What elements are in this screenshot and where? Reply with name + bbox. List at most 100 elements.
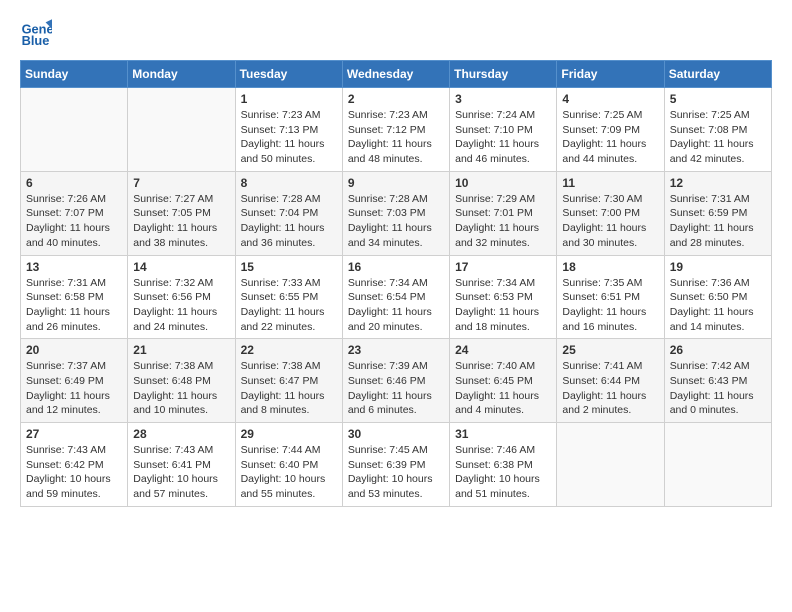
day-number: 14: [133, 260, 229, 274]
day-number: 9: [348, 176, 444, 190]
calendar-cell: 8Sunrise: 7:28 AMSunset: 7:04 PMDaylight…: [235, 171, 342, 255]
day-info: Sunrise: 7:40 AMSunset: 6:45 PMDaylight:…: [455, 359, 551, 418]
calendar-cell: 28 Sunrise: 7:43 AMSunset: 6:41 PMDayligh…: [128, 423, 235, 507]
day-number: 25: [562, 343, 658, 357]
logo: General Blue: [20, 16, 56, 48]
day-info: Sunrise: 7:46 AMSunset: 6:38 PMDaylight:…: [455, 443, 551, 502]
day-number: 17: [455, 260, 551, 274]
calendar-cell: 3 Sunrise: 7:24 AMSunset: 7:10 PMDaylight…: [450, 88, 557, 172]
calendar-header-row: SundayMondayTuesdayWednesdayThursdayFrid…: [21, 61, 772, 88]
svg-text:Blue: Blue: [22, 33, 50, 48]
calendar-cell: 7Sunrise: 7:27 AMSunset: 7:05 PMDaylight…: [128, 171, 235, 255]
calendar-cell: 19 Sunrise: 7:36 AMSunset: 6:50 PMDayligh…: [664, 255, 771, 339]
weekday-header-monday: Monday: [128, 61, 235, 88]
day-info: Sunrise: 7:23 AMSunset: 7:13 PMDaylight:…: [241, 108, 337, 167]
calendar-cell: 17 Sunrise: 7:34 AMSunset: 6:53 PMDayligh…: [450, 255, 557, 339]
weekday-header-thursday: Thursday: [450, 61, 557, 88]
day-info: Sunrise: 7:38 AMSunset: 6:47 PMDaylight:…: [241, 359, 337, 418]
day-info: Sunrise: 7:43 AMSunset: 6:42 PMDaylight:…: [26, 443, 122, 502]
day-number: 28: [133, 427, 229, 441]
day-number: 13: [26, 260, 122, 274]
calendar-week-row: 20 Sunrise: 7:37 AMSunset: 6:49 PMDayligh…: [21, 339, 772, 423]
calendar-cell: 9 Sunrise: 7:28 AMSunset: 7:03 PMDaylight…: [342, 171, 449, 255]
day-number: 29: [241, 427, 337, 441]
day-info: Sunrise: 7:26 AMSunset: 7:07 PMDaylight:…: [26, 192, 122, 251]
day-number: 11: [562, 176, 658, 190]
weekday-header-tuesday: Tuesday: [235, 61, 342, 88]
calendar-cell: [664, 423, 771, 507]
day-info: Sunrise: 7:44 AMSunset: 6:40 PMDaylight:…: [241, 443, 337, 502]
day-info: Sunrise: 7:25 AMSunset: 7:08 PMDaylight:…: [670, 108, 766, 167]
calendar-week-row: 1 Sunrise: 7:23 AMSunset: 7:13 PMDaylight…: [21, 88, 772, 172]
logo-icon: General Blue: [20, 16, 52, 48]
day-number: 1: [241, 92, 337, 106]
calendar-cell: 11 Sunrise: 7:30 AMSunset: 7:00 PMDayligh…: [557, 171, 664, 255]
day-info: Sunrise: 7:35 AMSunset: 6:51 PMDaylight:…: [562, 276, 658, 335]
day-number: 12: [670, 176, 766, 190]
day-number: 30: [348, 427, 444, 441]
day-info: Sunrise: 7:28 AMSunset: 7:03 PMDaylight:…: [348, 192, 444, 251]
day-info: Sunrise: 7:33 AMSunset: 6:55 PMDaylight:…: [241, 276, 337, 335]
calendar-cell: 13Sunrise: 7:31 AMSunset: 6:58 PMDayligh…: [21, 255, 128, 339]
calendar-cell: 18 Sunrise: 7:35 AMSunset: 6:51 PMDayligh…: [557, 255, 664, 339]
calendar-cell: 23Sunrise: 7:39 AMSunset: 6:46 PMDayligh…: [342, 339, 449, 423]
day-number: 27: [26, 427, 122, 441]
day-number: 26: [670, 343, 766, 357]
calendar-cell: 15 Sunrise: 7:33 AMSunset: 6:55 PMDayligh…: [235, 255, 342, 339]
weekday-header-wednesday: Wednesday: [342, 61, 449, 88]
calendar-cell: 22 Sunrise: 7:38 AMSunset: 6:47 PMDayligh…: [235, 339, 342, 423]
calendar-cell: 1 Sunrise: 7:23 AMSunset: 7:13 PMDaylight…: [235, 88, 342, 172]
day-info: Sunrise: 7:39 AMSunset: 6:46 PMDaylight:…: [348, 359, 444, 418]
day-number: 24: [455, 343, 551, 357]
calendar-week-row: 6Sunrise: 7:26 AMSunset: 7:07 PMDaylight…: [21, 171, 772, 255]
page-header: General Blue: [20, 16, 772, 48]
day-info: Sunrise: 7:41 AMSunset: 6:44 PMDaylight:…: [562, 359, 658, 418]
calendar-cell: 16 Sunrise: 7:34 AMSunset: 6:54 PMDayligh…: [342, 255, 449, 339]
day-number: 16: [348, 260, 444, 274]
calendar-cell: 20 Sunrise: 7:37 AMSunset: 6:49 PMDayligh…: [21, 339, 128, 423]
day-info: Sunrise: 7:24 AMSunset: 7:10 PMDaylight:…: [455, 108, 551, 167]
calendar-cell: 29 Sunrise: 7:44 AMSunset: 6:40 PMDayligh…: [235, 423, 342, 507]
day-info: Sunrise: 7:38 AMSunset: 6:48 PMDaylight:…: [133, 359, 229, 418]
day-number: 22: [241, 343, 337, 357]
day-number: 5: [670, 92, 766, 106]
day-info: Sunrise: 7:37 AMSunset: 6:49 PMDaylight:…: [26, 359, 122, 418]
calendar-cell: 21Sunrise: 7:38 AMSunset: 6:48 PMDayligh…: [128, 339, 235, 423]
calendar-table: SundayMondayTuesdayWednesdayThursdayFrid…: [20, 60, 772, 507]
calendar-cell: 10Sunrise: 7:29 AMSunset: 7:01 PMDayligh…: [450, 171, 557, 255]
calendar-cell: 2 Sunrise: 7:23 AMSunset: 7:12 PMDaylight…: [342, 88, 449, 172]
day-number: 4: [562, 92, 658, 106]
day-info: Sunrise: 7:25 AMSunset: 7:09 PMDaylight:…: [562, 108, 658, 167]
day-info: Sunrise: 7:43 AMSunset: 6:41 PMDaylight:…: [133, 443, 229, 502]
calendar-cell: [21, 88, 128, 172]
day-number: 18: [562, 260, 658, 274]
day-info: Sunrise: 7:34 AMSunset: 6:54 PMDaylight:…: [348, 276, 444, 335]
day-info: Sunrise: 7:27 AMSunset: 7:05 PMDaylight:…: [133, 192, 229, 251]
calendar-cell: 24 Sunrise: 7:40 AMSunset: 6:45 PMDayligh…: [450, 339, 557, 423]
calendar-cell: 12 Sunrise: 7:31 AMSunset: 6:59 PMDayligh…: [664, 171, 771, 255]
calendar-cell: 26 Sunrise: 7:42 AMSunset: 6:43 PMDayligh…: [664, 339, 771, 423]
day-number: 2: [348, 92, 444, 106]
weekday-header-saturday: Saturday: [664, 61, 771, 88]
day-number: 19: [670, 260, 766, 274]
day-info: Sunrise: 7:30 AMSunset: 7:00 PMDaylight:…: [562, 192, 658, 251]
day-info: Sunrise: 7:45 AMSunset: 6:39 PMDaylight:…: [348, 443, 444, 502]
calendar-cell: [128, 88, 235, 172]
day-number: 10: [455, 176, 551, 190]
day-info: Sunrise: 7:31 AMSunset: 6:59 PMDaylight:…: [670, 192, 766, 251]
day-info: Sunrise: 7:42 AMSunset: 6:43 PMDaylight:…: [670, 359, 766, 418]
day-number: 3: [455, 92, 551, 106]
calendar-cell: 4 Sunrise: 7:25 AMSunset: 7:09 PMDaylight…: [557, 88, 664, 172]
day-number: 20: [26, 343, 122, 357]
day-info: Sunrise: 7:36 AMSunset: 6:50 PMDaylight:…: [670, 276, 766, 335]
day-number: 31: [455, 427, 551, 441]
day-info: Sunrise: 7:28 AMSunset: 7:04 PMDaylight:…: [241, 192, 337, 251]
calendar-cell: 25 Sunrise: 7:41 AMSunset: 6:44 PMDayligh…: [557, 339, 664, 423]
day-info: Sunrise: 7:32 AMSunset: 6:56 PMDaylight:…: [133, 276, 229, 335]
calendar-cell: 5 Sunrise: 7:25 AMSunset: 7:08 PMDaylight…: [664, 88, 771, 172]
day-info: Sunrise: 7:34 AMSunset: 6:53 PMDaylight:…: [455, 276, 551, 335]
day-info: Sunrise: 7:23 AMSunset: 7:12 PMDaylight:…: [348, 108, 444, 167]
calendar-cell: 14 Sunrise: 7:32 AMSunset: 6:56 PMDayligh…: [128, 255, 235, 339]
calendar-cell: 30 Sunrise: 7:45 AMSunset: 6:39 PMDayligh…: [342, 423, 449, 507]
day-number: 15: [241, 260, 337, 274]
